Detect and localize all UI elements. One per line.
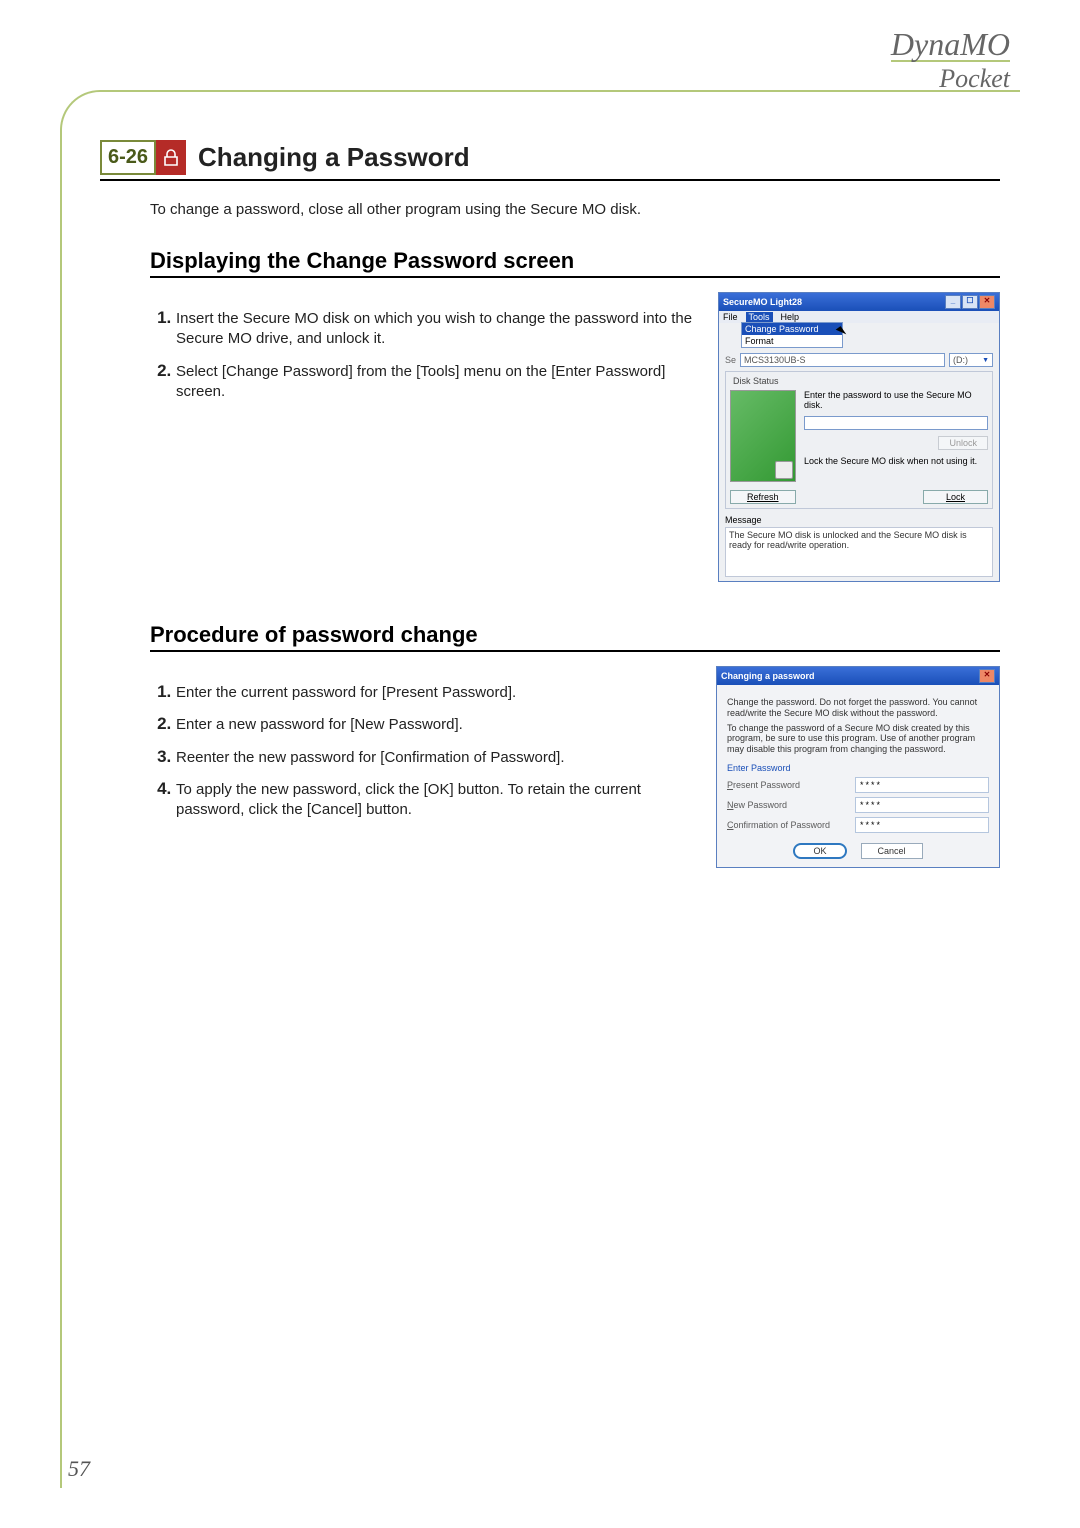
- section-title: Changing a Password: [198, 142, 470, 173]
- lock-icon: [156, 140, 186, 175]
- subhead-2: Procedure of password change: [150, 622, 1000, 652]
- minimize-icon[interactable]: _: [945, 295, 961, 309]
- present-password-label: PPresent Passwordresent Password: [727, 780, 855, 790]
- dialog-p1: Change the password. Do not forget the p…: [727, 697, 989, 719]
- unlock-button[interactable]: Unlock: [938, 436, 988, 450]
- section-badge: 6-26 Changing a Password: [100, 140, 1000, 175]
- disk-status-group: Disk Status Enter the password to use th…: [725, 371, 993, 509]
- menu-tools[interactable]: Tools: [746, 312, 773, 322]
- steps-2: Enter the current password for [Present …: [150, 681, 698, 830]
- step: Enter a new password for [New Password].: [176, 713, 698, 735]
- disk-status-label: Disk Status: [730, 376, 782, 386]
- tools-menu-format[interactable]: Format: [742, 335, 842, 347]
- dialog-p2: To change the password of a Secure MO di…: [727, 723, 989, 755]
- lock-button[interactable]: Lock: [923, 490, 988, 504]
- change-password-dialog: Changing a password ✕ Change the passwor…: [716, 666, 1000, 868]
- message-box: The Secure MO disk is unlocked and the S…: [725, 527, 993, 577]
- securemo-window: SecureMO Light28 _ ☐ ✕ File Tools Help C…: [718, 292, 1000, 582]
- close-icon[interactable]: ✕: [979, 295, 995, 309]
- refresh-label: Refresh: [747, 492, 779, 502]
- steps-1: Insert the Secure MO disk on which you w…: [150, 307, 700, 412]
- password-input[interactable]: [804, 416, 988, 430]
- lock-hint: Lock the Secure MO disk when not using i…: [804, 456, 988, 466]
- cancel-button[interactable]: Cancel: [861, 843, 923, 859]
- dialog-body: Change the password. Do not forget the p…: [717, 685, 999, 867]
- maximize-icon[interactable]: ☐: [962, 295, 978, 309]
- intro-text: To change a password, close all other pr…: [150, 201, 1000, 218]
- brand-sub: Pocket: [891, 60, 1010, 94]
- drive-combo[interactable]: MCS3130UB-S: [740, 353, 945, 367]
- refresh-button[interactable]: Refresh: [730, 490, 796, 504]
- section2-row: Enter the current password for [Present …: [150, 666, 1000, 868]
- drive-row: Se MCS3130UB-S (D:) ▼: [725, 353, 993, 367]
- step: Select [Change Password] from the [Tools…: [176, 360, 700, 403]
- section-number: 6-26: [100, 140, 156, 175]
- drive-letter-combo[interactable]: (D:) ▼: [949, 353, 993, 367]
- section1-row: Insert the Secure MO disk on which you w…: [150, 292, 1000, 582]
- brand-block: DynaMO Pocket: [891, 28, 1010, 94]
- step: Enter the current password for [Present …: [176, 681, 698, 703]
- content: 6-26 Changing a Password To change a pas…: [100, 140, 1000, 868]
- chevron-down-icon: ▼: [982, 357, 989, 364]
- drive-combo-value: MCS3130UB-S: [744, 355, 806, 365]
- confirm-password-label: Confirmation of Password: [727, 820, 855, 830]
- enter-password-label: Enter Password: [727, 763, 989, 773]
- subhead-1: Displaying the Change Password screen: [150, 248, 1000, 278]
- ok-button[interactable]: OK: [793, 843, 846, 859]
- new-password-input[interactable]: [855, 797, 989, 813]
- step: Insert the Secure MO disk on which you w…: [176, 307, 700, 350]
- password-prompt: Enter the password to use the Secure MO …: [804, 390, 988, 410]
- menu-help[interactable]: Help: [781, 312, 800, 322]
- page-number: 57: [68, 1456, 90, 1482]
- confirm-password-input[interactable]: [855, 817, 989, 833]
- tools-dropdown: Change Password Format: [741, 322, 843, 348]
- dialog-title: Changing a password: [721, 671, 815, 681]
- new-password-label: New Password: [727, 800, 855, 810]
- step: To apply the new password, click the [OK…: [176, 778, 698, 821]
- drive-letter-value: (D:): [953, 355, 968, 365]
- window-titlebar: SecureMO Light28 _ ☐ ✕: [719, 293, 999, 311]
- disk-icon: [730, 390, 796, 482]
- drive-label-se: Se: [725, 355, 736, 365]
- present-password-input[interactable]: [855, 777, 989, 793]
- step: Reenter the new password for [Confirmati…: [176, 746, 698, 768]
- menu-file[interactable]: File: [723, 312, 738, 322]
- lock-label: Lock: [946, 492, 965, 502]
- window-title: SecureMO Light28: [723, 297, 802, 307]
- section-underline: [100, 179, 1000, 181]
- dialog-titlebar: Changing a password ✕: [717, 667, 999, 685]
- close-icon[interactable]: ✕: [979, 669, 995, 683]
- message-group: Message The Secure MO disk is unlocked a…: [725, 515, 993, 577]
- window-body: Se MCS3130UB-S (D:) ▼ Disk Status Enter …: [719, 323, 999, 581]
- brand-title: DynaMO: [891, 28, 1010, 60]
- tools-menu-change-password[interactable]: Change Password: [742, 323, 842, 335]
- message-label: Message: [725, 515, 993, 525]
